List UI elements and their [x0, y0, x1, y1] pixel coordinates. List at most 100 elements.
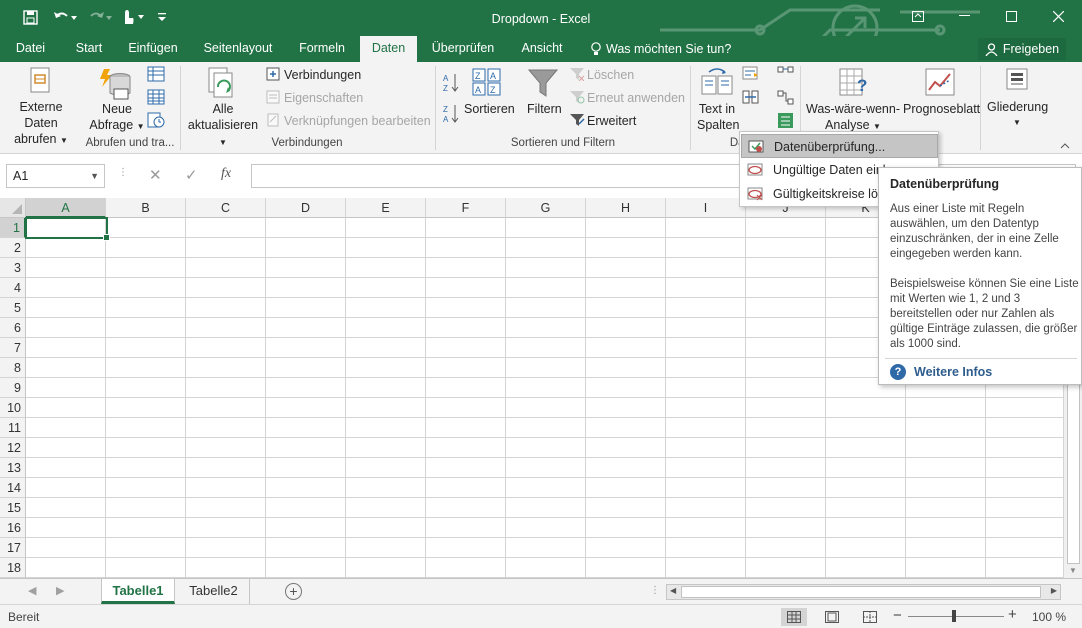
column-header[interactable]: D	[266, 198, 346, 218]
tab-insert[interactable]: Einfügen	[122, 36, 184, 62]
horizontal-scrollbar[interactable]: ◀ ▶	[666, 584, 1061, 600]
tab-formulas[interactable]: Formeln	[290, 36, 354, 62]
filter-icon[interactable]	[527, 68, 559, 101]
text-to-columns-icon[interactable]	[701, 68, 733, 99]
page-layout-view-icon[interactable]	[819, 608, 845, 626]
show-queries-icon[interactable]	[147, 66, 165, 85]
row-header[interactable]: 5	[0, 298, 26, 318]
tab-data[interactable]: Daten	[360, 36, 417, 62]
column-header[interactable]: F	[426, 198, 506, 218]
zoom-in-icon[interactable]: +	[1008, 606, 1017, 623]
row-header[interactable]: 18	[0, 558, 26, 578]
menu-item-data-validation[interactable]: Datenüberprüfung...	[741, 134, 938, 158]
share-button[interactable]: Freigeben	[978, 38, 1066, 60]
sort-button[interactable]: Sortieren	[464, 101, 515, 117]
row-header[interactable]: 9	[0, 378, 26, 398]
row-header[interactable]: 17	[0, 538, 26, 558]
close-icon[interactable]	[1035, 0, 1081, 32]
what-if-analysis-button[interactable]: Was-wäre-wenn- Analyse ▼	[806, 101, 900, 135]
vertical-dots-icon[interactable]: ⋮	[118, 167, 128, 178]
outline-button[interactable]: Gliederung ▼	[987, 99, 1048, 131]
forecast-sheet-button[interactable]: Prognoseblatt	[903, 101, 980, 117]
name-box[interactable]: A1 ▼	[6, 164, 105, 188]
confirm-entry-icon[interactable]: ✓	[185, 166, 198, 184]
advanced-filter-button[interactable]: Erweitert	[587, 113, 636, 129]
sheet-next-icon[interactable]: ▶	[56, 584, 64, 597]
refresh-all-icon[interactable]	[206, 67, 238, 104]
remove-duplicates-icon[interactable]	[742, 90, 759, 108]
maximize-icon[interactable]	[988, 0, 1034, 32]
tab-file[interactable]: Datei	[8, 36, 53, 62]
zoom-slider-thumb[interactable]	[952, 610, 956, 622]
tab-view[interactable]: Ansicht	[512, 36, 572, 62]
recent-sources-icon[interactable]	[147, 112, 165, 131]
row-header[interactable]: 16	[0, 518, 26, 538]
advanced-filter-icon[interactable]	[569, 113, 585, 130]
cancel-entry-icon[interactable]: ✕	[149, 166, 162, 184]
row-header[interactable]: 11	[0, 418, 26, 438]
row-header[interactable]: 10	[0, 398, 26, 418]
row-header[interactable]: 4	[0, 278, 26, 298]
new-query-icon[interactable]	[98, 67, 134, 104]
row-header[interactable]: 1	[0, 218, 26, 238]
what-if-analysis-icon[interactable]: ?	[838, 67, 870, 102]
row-header[interactable]: 6	[0, 318, 26, 338]
flash-fill-icon[interactable]	[742, 66, 759, 84]
zoom-out-icon[interactable]: −	[893, 607, 902, 624]
column-header[interactable]: B	[106, 198, 186, 218]
sheet-tab-tabelle2[interactable]: Tabelle2	[178, 579, 250, 604]
scroll-down-icon[interactable]: ▼	[1069, 566, 1077, 575]
sort-az-icon[interactable]: AZ	[442, 72, 460, 97]
row-header[interactable]: 12	[0, 438, 26, 458]
external-data-icon[interactable]	[28, 67, 52, 98]
outline-icon[interactable]	[1006, 68, 1028, 93]
sort-icon[interactable]: ZAAZ	[472, 68, 502, 99]
row-header[interactable]: 14	[0, 478, 26, 498]
column-header[interactable]: G	[506, 198, 586, 218]
text-to-columns-button[interactable]: Text in Spalten	[697, 101, 739, 133]
new-query-button[interactable]: Neue Abfrage ▼	[88, 101, 146, 135]
connections-icon[interactable]	[266, 67, 280, 84]
row-header[interactable]: 2	[0, 238, 26, 258]
add-sheet-icon[interactable]: +	[285, 583, 302, 600]
scroll-left-icon[interactable]: ◀	[670, 586, 676, 595]
data-model-icon[interactable]	[777, 112, 794, 132]
sheet-prev-icon[interactable]: ◀	[28, 584, 36, 597]
row-header[interactable]: 15	[0, 498, 26, 518]
ribbon-display-options-icon[interactable]	[895, 0, 941, 32]
collapse-ribbon-icon[interactable]	[1060, 138, 1070, 152]
relationships-icon[interactable]	[777, 90, 794, 108]
active-cell[interactable]	[25, 217, 110, 241]
sheet-tab-tabelle1[interactable]: Tabelle1	[101, 579, 175, 604]
tab-page-layout[interactable]: Seitenlayout	[196, 36, 280, 62]
column-header[interactable]: H	[586, 198, 666, 218]
row-header[interactable]: 7	[0, 338, 26, 358]
external-data-button[interactable]: Externe Daten abrufen ▼	[4, 99, 78, 149]
zoom-level[interactable]: 100 %	[1032, 610, 1066, 624]
filter-button[interactable]: Filtern	[527, 101, 562, 117]
column-header[interactable]: E	[346, 198, 426, 218]
zoom-slider-track[interactable]	[908, 616, 1004, 617]
consolidate-icon[interactable]	[777, 66, 794, 84]
scroll-right-icon[interactable]: ▶	[1051, 586, 1057, 595]
normal-view-icon[interactable]	[781, 608, 807, 626]
forecast-sheet-icon[interactable]	[925, 68, 955, 99]
tab-review[interactable]: Überprüfen	[426, 36, 500, 62]
horizontal-scroll-thumb[interactable]	[681, 586, 1041, 598]
row-header[interactable]: 13	[0, 458, 26, 478]
more-info-link[interactable]: ? Weitere Infos	[890, 364, 992, 380]
tell-me-box[interactable]: Was möchten Sie tun?	[590, 36, 731, 62]
vertical-dots-icon[interactable]: ⋮	[650, 585, 660, 596]
insert-function-icon[interactable]: fx	[221, 166, 231, 182]
column-header[interactable]: I	[666, 198, 746, 218]
row-header[interactable]: 3	[0, 258, 26, 278]
connections-button[interactable]: Verbindungen	[284, 67, 361, 83]
column-header[interactable]: A	[26, 198, 106, 218]
from-table-icon[interactable]	[147, 89, 165, 108]
column-header[interactable]: C	[186, 198, 266, 218]
select-all-button[interactable]	[0, 198, 26, 218]
minimize-icon[interactable]	[941, 0, 987, 32]
page-break-view-icon[interactable]	[857, 608, 883, 626]
tab-home[interactable]: Start	[66, 36, 112, 62]
row-header[interactable]: 8	[0, 358, 26, 378]
